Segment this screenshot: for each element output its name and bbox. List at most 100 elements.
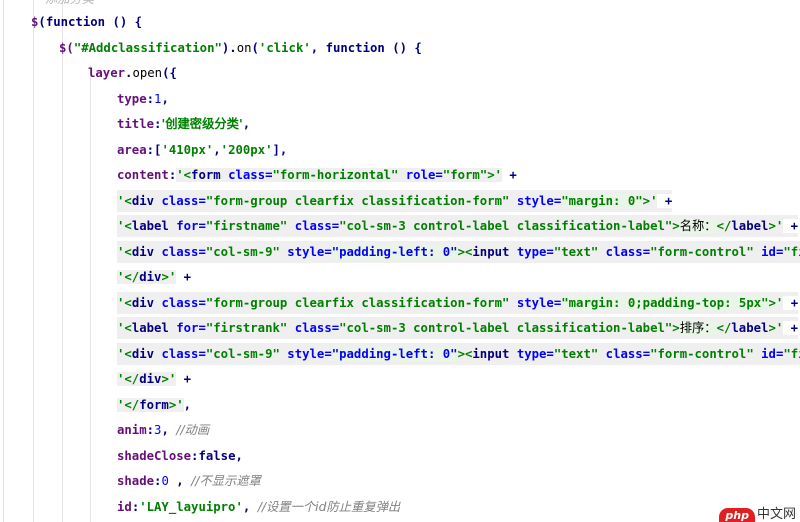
code-token: + [176, 372, 192, 386]
code-token: form [139, 398, 169, 412]
code-line: shadeClose:false, [117, 445, 243, 467]
code-token: label [131, 321, 177, 335]
code-token: div [139, 372, 162, 386]
code-token: role= [405, 168, 443, 182]
code-token: , [242, 117, 251, 131]
code-token: div [131, 296, 162, 310]
code-line: '<div class="form-group clearfix classif… [117, 292, 799, 314]
code-editor[interactable]: 添加分类 $(function () { $("#Addclassificati… [0, 0, 800, 522]
code-token: 'LAY_layuipro' [139, 500, 243, 514]
code-token: class= [228, 168, 273, 182]
code-token: div [131, 194, 162, 208]
code-token: "form-control" [650, 245, 762, 259]
code-token: '</div>' [117, 372, 177, 386]
code-token: >< [457, 245, 473, 259]
code-token: '</ [117, 398, 140, 412]
code-token: + [176, 270, 192, 284]
code-token: : [146, 92, 155, 106]
code-token: ). [221, 41, 237, 55]
code-token: "form-group clearfix classification-form… [205, 194, 517, 208]
code-token: >< [457, 347, 473, 361]
code-token: on [236, 41, 252, 55]
code-token: '< [117, 321, 132, 335]
code-token: , [242, 500, 258, 514]
code-token: "col-sm-9" [205, 245, 288, 259]
code-token: "fir [783, 245, 800, 259]
code-token: class= [161, 194, 206, 208]
code-token: class= [161, 347, 206, 361]
code-token: , [213, 143, 221, 157]
code-token: label [131, 219, 177, 233]
code-token: 0 [161, 474, 169, 488]
code-line: area:['410px','200px'], [117, 139, 287, 161]
indent-guide [3, 0, 4, 522]
code-line: content:'<form class="form-horizontal" r… [117, 164, 517, 186]
code-token: , [161, 423, 177, 437]
code-token: 名称： [679, 219, 717, 233]
code-token: id= [761, 347, 784, 361]
code-token: :[ [146, 143, 162, 157]
code-token: >' [168, 398, 184, 412]
code-line: id:'LAY_layuipro', //设置一个id防止重复弹出 [117, 496, 400, 518]
code-token: "form-group clearfix classification-form… [205, 296, 517, 310]
code-token: "form" [442, 168, 488, 182]
code-comment-line: 添加分类 [45, 0, 94, 10]
code-token: "margin: 0" [561, 194, 643, 208]
code-line: '<div class="col-sm-9" style="padding-le… [117, 241, 800, 263]
code-line: '</form>', [117, 394, 191, 416]
code-token: > [672, 321, 680, 335]
code-token: function [325, 41, 385, 55]
code-token: </ [716, 219, 732, 233]
code-token: >' [161, 270, 177, 284]
code-token: content [117, 168, 169, 182]
code-token: > [672, 219, 680, 233]
code-token: '<form class="form-horizontal" role="for… [176, 168, 503, 182]
code-token: div [139, 270, 162, 284]
code-token: , [183, 398, 192, 412]
code-token: >' [768, 296, 784, 310]
code-token: >' [642, 194, 658, 208]
watermark-text: 中文网 [756, 507, 796, 522]
code-token: class= [294, 219, 340, 233]
code-token: "col-sm-3 control-label classification-l… [339, 321, 673, 335]
code-line: '<label for="firstrank" class="col-sm-3 … [117, 317, 799, 339]
code-token: + [657, 194, 673, 208]
code-token: "text" [553, 347, 606, 361]
code-token: input [472, 245, 517, 259]
code-token: >' [768, 321, 784, 335]
code-token: "text" [553, 245, 606, 259]
code-token: //设置一个id防止重复弹出 [257, 500, 401, 514]
code-line: layer.open({ [88, 62, 177, 84]
code-token: class= [161, 245, 206, 259]
code-token: $( [59, 41, 74, 55]
code-token: '< [117, 219, 132, 233]
code-token: shade [117, 474, 155, 488]
code-token: "col-sm-3 control-label classification-l… [339, 219, 673, 233]
code-token: + [783, 296, 799, 310]
code-token: style= [516, 194, 562, 208]
code-token: for= [176, 321, 206, 335]
code-token: label [731, 321, 769, 335]
code-token: class= [161, 296, 206, 310]
code-line: type:1, [117, 88, 169, 110]
code-token: '</div>' [117, 270, 177, 284]
code-token: area [117, 143, 147, 157]
code-token: div [131, 245, 162, 259]
code-line: $(function () { [31, 11, 142, 33]
code-token: "padding-left: 0" [331, 245, 458, 259]
code-token: '200px' [220, 143, 273, 157]
code-token: layer [88, 66, 126, 80]
code-token: ( [38, 15, 46, 29]
code-token: + [783, 321, 799, 335]
code-token: type= [516, 347, 554, 361]
code-token: //动画 [176, 423, 210, 437]
code-token: </ [716, 321, 732, 335]
code-token: ], [272, 143, 288, 157]
code-line: '<div class="form-group clearfix classif… [117, 190, 673, 212]
code-token: "#Addclassification" [73, 41, 222, 55]
code-token: , [161, 92, 169, 106]
code-token: class= [605, 347, 651, 361]
code-token: id= [761, 245, 784, 259]
code-token: shadeClose [117, 449, 192, 463]
code-line: '</div>' + [117, 368, 191, 390]
